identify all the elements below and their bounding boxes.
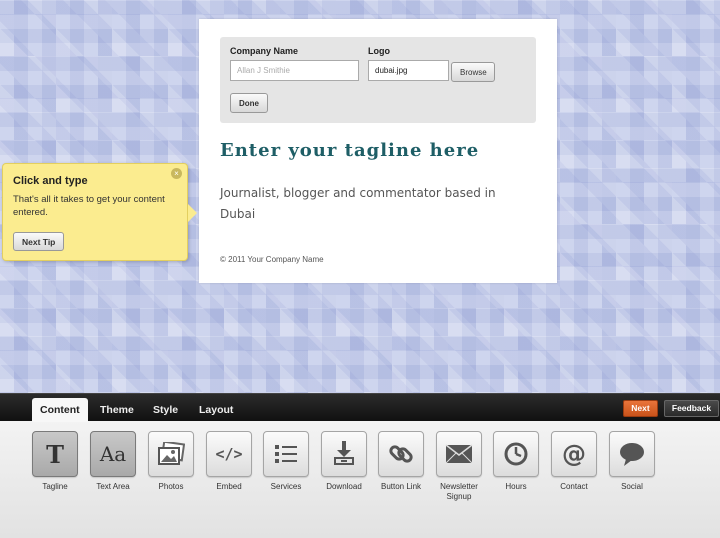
editor-canvas: Company Name Logo Browse Done Enter your… xyxy=(0,0,720,393)
text-area-icon: Aa xyxy=(99,442,127,466)
tool-photos[interactable]: Photos xyxy=(142,431,200,492)
tool-tagline[interactable]: T Tagline xyxy=(26,431,84,492)
tip-pointer xyxy=(188,204,197,222)
tab-content[interactable]: Content xyxy=(32,398,88,422)
tool-label: Download xyxy=(326,482,362,491)
tool-label: Embed xyxy=(216,482,242,491)
tool-newsletter-signup[interactable]: Newsletter Signup xyxy=(430,431,488,502)
description-text[interactable]: Journalist, blogger and commentator base… xyxy=(220,183,520,225)
at-icon: @ xyxy=(562,440,586,468)
page-preview: Company Name Logo Browse Done Enter your… xyxy=(199,19,557,283)
tab-bar: Content Theme Style Layout Next Feedback xyxy=(0,393,720,422)
tab-layout[interactable]: Layout xyxy=(191,398,241,422)
next-button[interactable]: Next xyxy=(623,400,658,417)
tool-button-link[interactable]: Button Link xyxy=(372,431,430,492)
tagline-text[interactable]: Enter your tagline here xyxy=(220,140,540,161)
tool-label: Newsletter Signup xyxy=(440,482,478,501)
header-edit-panel: Company Name Logo Browse Done xyxy=(220,37,536,123)
tool-label: Services xyxy=(270,482,302,491)
tool-label: Contact xyxy=(560,482,588,491)
tab-theme[interactable]: Theme xyxy=(92,398,142,422)
tagline-icon: T xyxy=(46,439,64,469)
tip-text: That's all it takes to get your content … xyxy=(13,194,165,218)
embed-icon: </> xyxy=(215,445,243,463)
services-icon xyxy=(275,445,297,463)
link-icon xyxy=(389,445,413,463)
clock-icon xyxy=(504,442,528,466)
copyright-text[interactable]: © 2011 Your Company Name xyxy=(220,255,324,264)
speech-bubble-icon xyxy=(620,443,644,466)
next-tip-button[interactable]: Next Tip xyxy=(13,232,65,251)
tool-download[interactable]: Download xyxy=(315,431,373,492)
close-icon[interactable]: × xyxy=(171,168,182,179)
logo-file-input[interactable] xyxy=(368,60,449,81)
browse-button[interactable]: Browse xyxy=(451,62,495,82)
tip-title: Click and type xyxy=(13,175,88,187)
photos-icon xyxy=(158,442,185,465)
tip-bubble: × Click and type That's all it takes to … xyxy=(2,163,197,261)
tool-label: Hours xyxy=(505,482,527,491)
envelope-icon xyxy=(445,444,473,464)
download-icon xyxy=(334,441,354,465)
tool-social[interactable]: Social xyxy=(603,431,661,492)
company-name-input[interactable] xyxy=(230,60,359,81)
company-name-label: Company Name xyxy=(230,46,299,56)
tool-contact[interactable]: @ Contact xyxy=(545,431,603,492)
feedback-button[interactable]: Feedback xyxy=(664,400,719,417)
logo-label: Logo xyxy=(368,46,390,56)
tool-label: Photos xyxy=(158,482,184,491)
tool-label: Social xyxy=(621,482,643,491)
tool-label: Text Area xyxy=(96,482,130,491)
tool-hours[interactable]: Hours xyxy=(487,431,545,492)
tool-label: Tagline xyxy=(42,482,68,491)
tool-label: Button Link xyxy=(380,482,422,491)
tool-embed[interactable]: </> Embed xyxy=(200,431,258,492)
tool-services[interactable]: Services xyxy=(257,431,315,492)
tab-style[interactable]: Style xyxy=(145,398,186,422)
tool-text-area[interactable]: Aa Text Area xyxy=(84,431,142,492)
bottom-toolbar: Content Theme Style Layout Next Feedback… xyxy=(0,393,720,538)
done-button[interactable]: Done xyxy=(230,93,268,113)
